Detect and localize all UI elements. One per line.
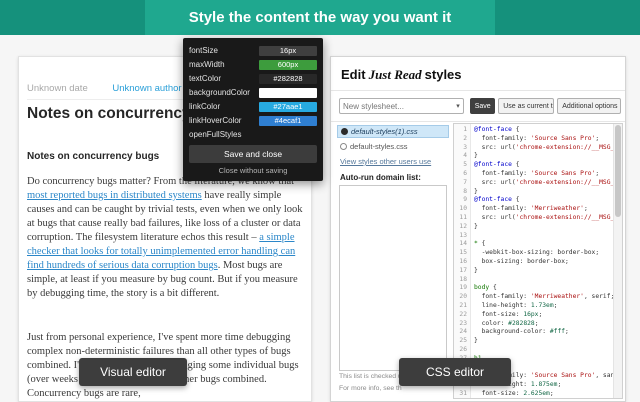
popup-row-label: textColor bbox=[189, 74, 222, 83]
stylesheet-item[interactable]: default-styles.css bbox=[337, 140, 449, 153]
popup-row-label: linkHoverColor bbox=[189, 116, 242, 125]
stylesheet-select-value: New stylesheet... bbox=[343, 101, 404, 111]
heading-prefix: Edit bbox=[341, 67, 366, 82]
use-as-current-button[interactable]: Use as current t bbox=[498, 98, 555, 114]
promo-banner: Style the content the way you want it bbox=[0, 0, 640, 35]
popup-row: backgroundColor bbox=[189, 86, 317, 99]
open-full-styles-link[interactable]: openFullStyles bbox=[189, 130, 241, 139]
popup-row: textColor #282828 bbox=[189, 72, 317, 85]
popup-row: openFullStyles bbox=[189, 128, 317, 141]
promo-banner-text: Style the content the way you want it bbox=[188, 9, 452, 26]
popup-value-input[interactable]: 16px bbox=[259, 45, 317, 56]
heading-suffix: styles bbox=[424, 67, 462, 82]
domain-list-label: Auto-run domain list: bbox=[340, 173, 421, 182]
css-editor-panel: Edit Just Read styles New stylesheet... ▾ … bbox=[330, 56, 626, 402]
divider bbox=[331, 90, 625, 91]
popup-value-input[interactable]: 600px bbox=[259, 59, 317, 70]
article-link[interactable]: most reported bugs in distributed system… bbox=[27, 190, 202, 201]
popup-row-label: backgroundColor bbox=[189, 88, 250, 97]
popup-rows: fontSize 16px maxWidth 600px textColor #28282… bbox=[189, 44, 317, 127]
popup-row-label: fontSize bbox=[189, 46, 218, 55]
editor-toolbar: New stylesheet... ▾ Save Use as current … bbox=[339, 97, 621, 115]
popup-value-input[interactable]: #4ecaf1 bbox=[259, 115, 317, 126]
line-number-gutter: 1 2 3 4 5 6 7 8 9 10 11 12 13 14 15 16 17 18 19 20 21 22 23 24 2… bbox=[454, 124, 471, 398]
popup-row: maxWidth 600px bbox=[189, 58, 317, 71]
divider bbox=[331, 121, 625, 122]
close-without-saving-link[interactable]: Close without saving bbox=[189, 166, 317, 175]
stylesheet-select[interactable]: New stylesheet... ▾ bbox=[339, 98, 464, 114]
popup-value-input[interactable]: #282828 bbox=[259, 73, 317, 84]
scrollbar[interactable] bbox=[613, 124, 622, 398]
popup-value-input[interactable]: #27aae1 bbox=[259, 101, 317, 112]
stylesheet-list: default-styles(1).css default-styles.css bbox=[337, 125, 449, 155]
stylesheet-name: default-styles(1).css bbox=[351, 127, 418, 136]
footnote-line-2: For more info, see th bbox=[339, 385, 402, 392]
popup-row: linkColor #27aae1 bbox=[189, 100, 317, 113]
domain-list-textarea[interactable] bbox=[339, 185, 447, 371]
article-author-link[interactable]: Unknown author bbox=[112, 83, 181, 94]
article-subtitle: Notes on concurrency bugs bbox=[27, 151, 160, 162]
css-editor-label: CSS editor bbox=[399, 358, 511, 386]
article-paragraph-1: Do concurrency bugs matter? From the lit… bbox=[27, 175, 305, 301]
popup-row: fontSize 16px bbox=[189, 44, 317, 57]
article-meta-row: Unknown date Unknown author bbox=[27, 83, 182, 94]
stylesheet-name: default-styles.css bbox=[350, 142, 408, 151]
style-editor-popup: fontSize 16px maxWidth 600px textColor #28282… bbox=[183, 38, 323, 181]
radio-icon bbox=[340, 143, 347, 150]
save-and-close-button[interactable]: Save and close bbox=[189, 145, 317, 163]
just-read-brand: Just Read bbox=[368, 67, 422, 82]
popup-row-label: maxWidth bbox=[189, 60, 225, 69]
popup-value-input[interactable] bbox=[259, 87, 317, 98]
panel-heading: Edit Just Read styles bbox=[341, 67, 462, 83]
additional-options-button[interactable]: Additional options bbox=[557, 98, 621, 114]
scrollbar-thumb[interactable] bbox=[615, 125, 621, 217]
stylesheet-item[interactable]: default-styles(1).css bbox=[337, 125, 449, 138]
view-styles-link[interactable]: View styles other users use bbox=[340, 157, 431, 166]
article-date: Unknown date bbox=[27, 83, 88, 94]
save-button[interactable]: Save bbox=[469, 98, 496, 114]
visual-editor-label: Visual editor bbox=[79, 358, 187, 386]
chevron-down-icon: ▾ bbox=[456, 103, 460, 110]
code-area[interactable]: @font-face { font-family: 'Source Sans P… bbox=[471, 124, 613, 398]
radio-selected-icon bbox=[341, 128, 348, 135]
popup-row-label: linkColor bbox=[189, 102, 221, 111]
popup-row: linkHoverColor #4ecaf1 bbox=[189, 114, 317, 127]
